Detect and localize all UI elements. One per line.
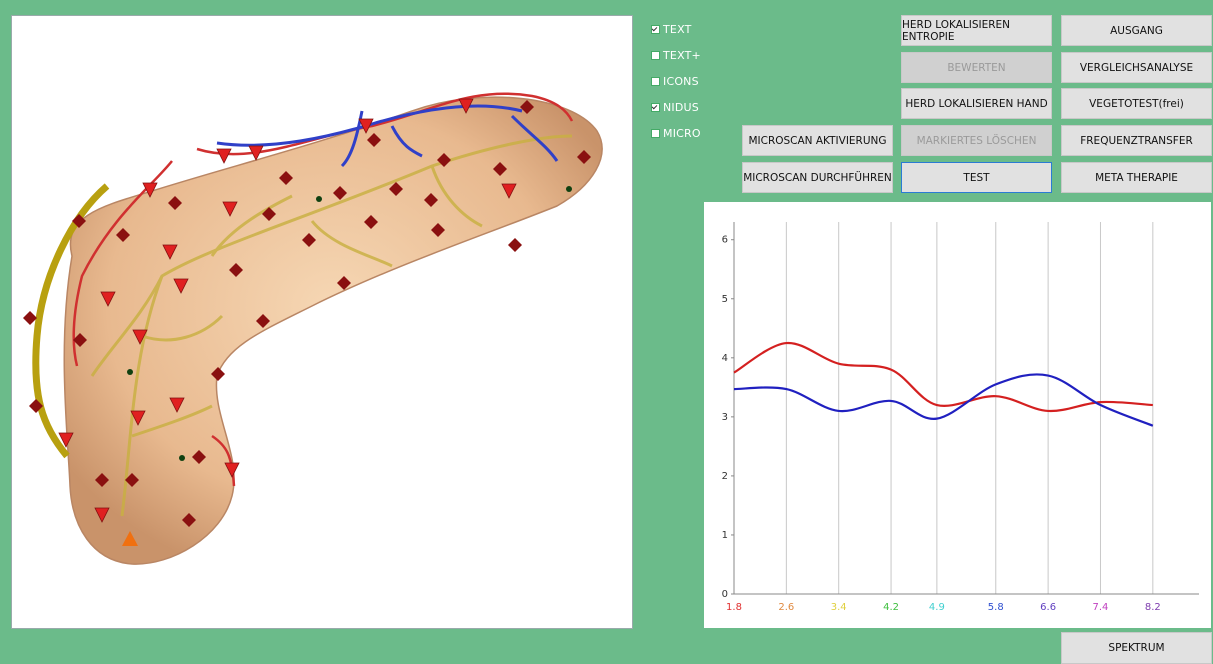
checkbox-icons[interactable]: ICONS	[651, 68, 701, 94]
series-line	[733, 373, 1154, 427]
x-tick-label: 8.2	[1145, 602, 1161, 613]
test-button[interactable]: TEST	[901, 162, 1052, 193]
meta-therapie-button[interactable]: META THERAPIE	[1061, 162, 1212, 193]
y-tick-label: 5	[722, 294, 728, 305]
y-tick-label: 2	[722, 471, 728, 482]
microscan-aktivierung-button[interactable]: MICROSCAN AKTIVIERUNG	[742, 125, 893, 156]
bewerten-button[interactable]: BEWERTEN	[901, 52, 1052, 83]
display-options: TEXT TEXT+ ICONS NIDUS MICRO	[651, 16, 701, 146]
checkbox-box[interactable]	[651, 102, 660, 112]
checkbox-box[interactable]	[651, 50, 660, 60]
x-tick-label: 1.8	[726, 602, 742, 613]
y-tick-label: 0	[722, 589, 728, 600]
frequency-chart: 1.8 2.6 3.4 4.2 4.9 5.8 6.6 7.4 8.2 0 1 2 3 4 5 6	[704, 202, 1211, 628]
checkbox-label: NIDUS	[663, 100, 699, 114]
checkbox-box[interactable]	[651, 24, 660, 34]
checkbox-text[interactable]: TEXT	[651, 16, 701, 42]
y-tick-label: 4	[722, 353, 728, 364]
checkbox-label: TEXT	[663, 22, 692, 36]
checkbox-box[interactable]	[651, 128, 660, 138]
vegetotest-button[interactable]: VEGETOTEST(frei)	[1061, 88, 1212, 119]
y-tick-label: 3	[722, 412, 728, 423]
ausgang-button[interactable]: AUSGANG	[1061, 15, 1212, 46]
x-tick-label: 4.2	[883, 602, 899, 613]
vergleichsanalyse-button[interactable]: VERGLEICHSANALYSE	[1061, 52, 1212, 83]
checkbox-label: ICONS	[663, 74, 699, 88]
organ-visualization-panel[interactable]	[11, 15, 633, 629]
series-line	[733, 341, 1153, 413]
markiertes-loeschen-button[interactable]: MARKIERTES LÖSCHEN	[901, 125, 1052, 156]
x-tick-label: 6.6	[1040, 602, 1056, 613]
y-tick-label: 1	[722, 530, 728, 541]
checkbox-box[interactable]	[651, 76, 660, 86]
checkbox-text-plus[interactable]: TEXT+	[651, 42, 701, 68]
chart-svg: 1.8 2.6 3.4 4.2 4.9 5.8 6.6 7.4 8.2 0 1 2 3 4 5 6	[722, 222, 1199, 613]
x-tick-label: 3.4	[831, 602, 847, 613]
checkbox-micro[interactable]: MICRO	[651, 120, 701, 146]
herd-lokalisieren-hand-button[interactable]: HERD LOKALISIEREN HAND	[901, 88, 1052, 119]
checkbox-label: MICRO	[663, 126, 701, 140]
pancreas-illustration	[23, 92, 603, 565]
y-tick-label: 6	[722, 235, 728, 246]
x-tick-label: 5.8	[988, 602, 1004, 613]
checkbox-label: TEXT+	[663, 48, 701, 62]
checkbox-nidus[interactable]: NIDUS	[651, 94, 701, 120]
microscan-durchfuehren-button[interactable]: MICROSCAN DURCHFÜHREN	[742, 162, 893, 193]
x-tick-label: 2.6	[778, 602, 794, 613]
herd-lokalisieren-entropie-button[interactable]: HERD LOKALISIEREN ENTROPIE	[901, 15, 1052, 46]
spektrum-button[interactable]: SPEKTRUM	[1061, 632, 1212, 664]
x-tick-label: 4.9	[929, 602, 945, 613]
frequenztransfer-button[interactable]: FREQUENZTRANSFER	[1061, 125, 1212, 156]
x-tick-label: 7.4	[1093, 602, 1109, 613]
